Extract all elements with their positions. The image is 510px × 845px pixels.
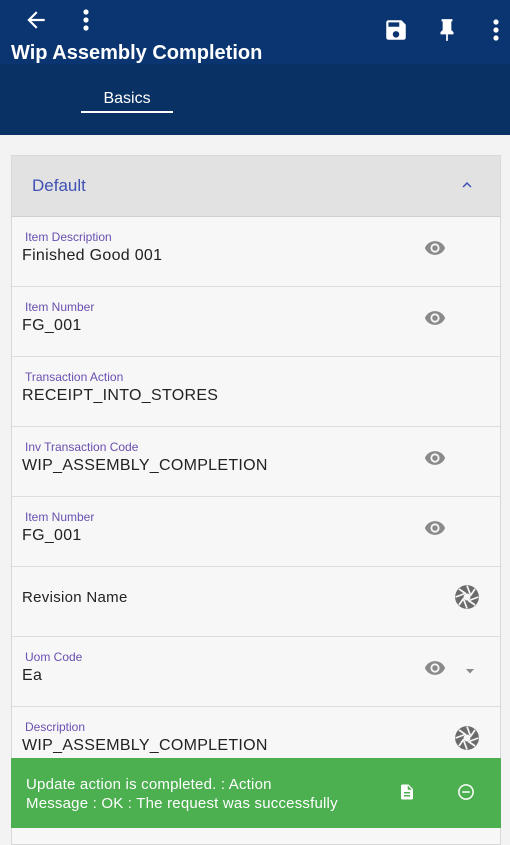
overflow-menu-icon[interactable] bbox=[486, 16, 506, 44]
section-title: Default bbox=[32, 176, 86, 195]
field-label: Inv Transaction Code bbox=[25, 440, 139, 454]
toast-message: Update action is completed. : Action Mes… bbox=[26, 775, 386, 813]
field-value: WIP_ASSEMBLY_COMPLETION bbox=[22, 457, 268, 474]
field-label: Description bbox=[25, 720, 86, 734]
more-vert-icon[interactable] bbox=[76, 6, 96, 34]
document-icon[interactable] bbox=[398, 783, 416, 806]
eye-icon[interactable] bbox=[424, 657, 446, 684]
field-label: Item Description bbox=[25, 230, 112, 244]
field-label: Item Number bbox=[25, 300, 95, 314]
field-value: FG_001 bbox=[22, 317, 82, 334]
save-icon[interactable] bbox=[382, 16, 410, 44]
field-uom-code[interactable]: Uom Code Ea bbox=[12, 637, 500, 707]
field-item-number[interactable]: Item Number FG_001 bbox=[12, 287, 500, 357]
toast-line-1: Update action is completed. : Action bbox=[26, 776, 272, 793]
field-item-number-2[interactable]: Item Number FG_001 bbox=[12, 497, 500, 567]
field-placeholder: Revision Name bbox=[22, 589, 128, 606]
eye-icon[interactable] bbox=[424, 307, 446, 334]
eye-icon[interactable] bbox=[424, 447, 446, 474]
page-title: Wip Assembly Completion bbox=[11, 42, 263, 64]
field-revision-name[interactable]: Revision Name bbox=[12, 567, 500, 637]
tab-bar bbox=[0, 64, 510, 135]
back-arrow-icon[interactable] bbox=[22, 6, 50, 34]
field-value: Ea bbox=[22, 667, 43, 684]
caret-down-icon[interactable] bbox=[464, 663, 476, 681]
field-label: Item Number bbox=[25, 510, 95, 524]
aperture-icon[interactable] bbox=[454, 584, 480, 615]
minus-circle-icon[interactable] bbox=[457, 783, 475, 806]
field-label: Transaction Action bbox=[25, 370, 124, 384]
tab-active-indicator bbox=[81, 111, 173, 113]
field-value: RECEIPT_INTO_STORES bbox=[22, 387, 219, 404]
eye-icon[interactable] bbox=[424, 237, 446, 264]
chevron-up-icon[interactable] bbox=[458, 176, 476, 199]
field-value: Finished Good 001 bbox=[22, 247, 163, 264]
eye-icon[interactable] bbox=[424, 517, 446, 544]
field-item-description[interactable]: Item Description Finished Good 001 bbox=[12, 217, 500, 287]
success-toast: Update action is completed. : Action Mes… bbox=[11, 758, 501, 828]
aperture-icon[interactable] bbox=[454, 725, 480, 756]
field-value: WIP_ASSEMBLY_COMPLETION bbox=[22, 737, 268, 754]
toast-line-2: Message : OK : The request was successfu… bbox=[26, 795, 338, 812]
app-header: Wip Assembly Completion Basics bbox=[0, 0, 510, 135]
pin-icon[interactable] bbox=[433, 16, 461, 44]
field-label: Uom Code bbox=[25, 650, 83, 664]
field-transaction-action[interactable]: Transaction Action RECEIPT_INTO_STORES bbox=[12, 357, 500, 427]
section-header-default[interactable]: Default bbox=[12, 156, 500, 217]
field-value: FG_001 bbox=[22, 527, 82, 544]
field-inv-transaction-code[interactable]: Inv Transaction Code WIP_ASSEMBLY_COMPLE… bbox=[12, 427, 500, 497]
